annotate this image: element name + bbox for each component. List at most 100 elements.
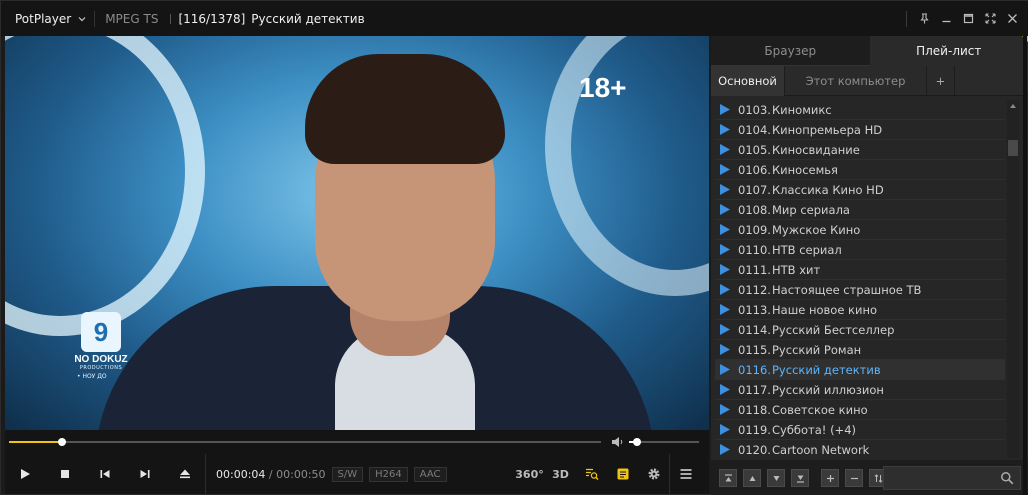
pin-button[interactable] <box>913 8 935 30</box>
playlist-item[interactable]: 0110. НТВ сериал <box>715 240 1005 260</box>
seek-bar[interactable] <box>9 438 601 446</box>
playlist-item[interactable]: 0108. Мир сериала <box>715 200 1005 220</box>
fullscreen-button[interactable] <box>979 8 1001 30</box>
volume-handle[interactable] <box>633 438 642 446</box>
playlist-search-button[interactable] <box>576 454 607 494</box>
playlist-item[interactable]: 0120. Cartoon Network <box>715 440 1005 458</box>
playlist-item[interactable]: 0109. Мужское Кино <box>715 220 1005 240</box>
playlist-item[interactable]: 0105. Киносвидание <box>715 140 1005 160</box>
play-icon <box>21 469 30 479</box>
playlist-item-number: 0119. <box>738 422 771 437</box>
list-search-icon <box>585 468 598 480</box>
playlist-item-number: 0106. <box>738 162 771 177</box>
move-up-button[interactable] <box>743 469 761 487</box>
playlist-item-title: Суббота! (+4) <box>772 422 856 437</box>
playlist-search-input[interactable] <box>884 467 994 490</box>
chevron-down-icon <box>78 16 86 21</box>
audio-codec-badge[interactable]: AAC <box>413 466 447 482</box>
play-icon <box>720 224 730 235</box>
subtab-main[interactable]: Основной <box>711 66 785 96</box>
channel-logo: 9 NO DOKUZ PRODUCTIONS <box>73 312 129 371</box>
caret-down-icon <box>773 475 779 481</box>
media-format-label: MPEG TS <box>94 10 164 27</box>
play-icon <box>720 244 730 255</box>
playlist-item[interactable]: 0118. Советское кино <box>715 400 1005 420</box>
eject-button[interactable] <box>165 454 205 494</box>
app-menu-button[interactable]: PotPlayer <box>1 1 94 36</box>
search-icon[interactable] <box>1000 471 1014 485</box>
title-bar: PotPlayer MPEG TS [116/1378] Русский дет… <box>1 1 1028 36</box>
tab-playlist[interactable]: Плей-лист <box>869 36 1028 66</box>
playlist-item[interactable]: 0115. Русский Роман <box>715 340 1005 360</box>
playlist-item-title: Мужское Кино <box>772 222 861 237</box>
playlist-search[interactable] <box>883 466 1021 490</box>
playlist-item-number: 0109. <box>738 222 771 237</box>
decoder-badge[interactable]: S/W <box>331 466 364 482</box>
plus-icon <box>826 474 834 482</box>
playlist-item[interactable]: 0114. Русский Бестселлер <box>715 320 1005 340</box>
playlist-scrollbar[interactable] <box>1007 100 1019 458</box>
playlist-item[interactable]: 0103. Киномикс <box>715 100 1005 120</box>
minimize-button[interactable] <box>935 8 957 30</box>
volume-slider[interactable] <box>629 438 699 446</box>
playlist-item[interactable]: 0106. Киносемья <box>715 160 1005 180</box>
next-button[interactable] <box>125 454 165 494</box>
move-down-button[interactable] <box>767 469 785 487</box>
playlist-item[interactable]: 0116. Русский детектив <box>715 360 1005 380</box>
play-icon <box>720 344 730 355</box>
playlist-item-number: 0115. <box>738 342 771 357</box>
logo-subtitle: PRODUCTIONS <box>79 365 123 371</box>
window-edge <box>1023 36 1027 495</box>
scrollbar-thumb[interactable] <box>1008 140 1018 156</box>
playlist-item[interactable]: 0107. Классика Кино HD <box>715 180 1005 200</box>
main-menu-button[interactable] <box>670 454 701 494</box>
playlist-item[interactable]: 0117. Русский иллюзион <box>715 380 1005 400</box>
playlist-item[interactable]: 0104. Кинопремьера HD <box>715 120 1005 140</box>
add-item-button[interactable] <box>821 469 839 487</box>
stop-button[interactable] <box>45 454 85 494</box>
move-to-bottom-button[interactable] <box>791 469 809 487</box>
seek-handle[interactable] <box>58 438 67 446</box>
subtitles-icon <box>617 468 628 480</box>
subtab-this-computer[interactable]: Этот компьютер <box>785 66 927 96</box>
playlist-item[interactable]: 0119. Суббота! (+4) <box>715 420 1005 440</box>
play-icon <box>720 404 730 415</box>
volume-icon[interactable] <box>611 436 624 448</box>
play-icon <box>720 144 730 155</box>
video-codec-badge[interactable]: H264 <box>369 466 408 482</box>
subtitles-button[interactable] <box>607 454 638 494</box>
settings-button[interactable] <box>638 454 669 494</box>
3d-button[interactable]: 3D <box>545 454 576 494</box>
scroll-up-button[interactable] <box>1007 100 1019 112</box>
playlist-item-title: НТВ хит <box>772 262 821 277</box>
play-icon <box>720 324 730 335</box>
caret-up-icon <box>1010 104 1016 108</box>
time-display[interactable]: 00:00:04 / 00:00:50 <box>206 468 326 481</box>
seek-row <box>5 430 709 454</box>
tab-browser[interactable]: Браузер <box>711 36 870 66</box>
playlist-item[interactable]: 0112. Настоящее страшное ТВ <box>715 280 1005 300</box>
move-top-icon <box>724 473 732 481</box>
previous-button[interactable] <box>85 454 125 494</box>
close-icon <box>1007 14 1017 23</box>
play-icon <box>720 124 730 135</box>
playlist-item-number: 0112. <box>738 282 771 297</box>
remove-item-button[interactable] <box>845 469 863 487</box>
minus-icon <box>850 477 858 479</box>
maximize-button[interactable] <box>957 8 979 30</box>
playlist-item-title: Классика Кино HD <box>772 182 884 197</box>
hamburger-menu-icon <box>680 469 691 479</box>
video-frame[interactable]: 18+ 9 NO DOKUZ PRODUCTIONS • НОУ ДО <box>5 36 709 430</box>
playlist-item-title: Русский Бестселлер <box>772 322 895 337</box>
play-button[interactable] <box>5 454 45 494</box>
playlist-item[interactable]: 0111. НТВ хит <box>715 260 1005 280</box>
add-playlist-tab-button[interactable]: + <box>927 66 955 96</box>
vr-360-button[interactable]: 360° <box>514 454 545 494</box>
window-title: [116/1378] Русский детектив <box>178 12 364 26</box>
playlist-item-title: Русский детектив <box>772 362 881 377</box>
move-to-top-button[interactable] <box>719 469 737 487</box>
right-tools: 360° 3D <box>514 454 701 494</box>
seek-progress <box>9 441 63 443</box>
close-button[interactable] <box>1001 8 1023 30</box>
playlist-item[interactable]: 0113. Наше новое кино <box>715 300 1005 320</box>
